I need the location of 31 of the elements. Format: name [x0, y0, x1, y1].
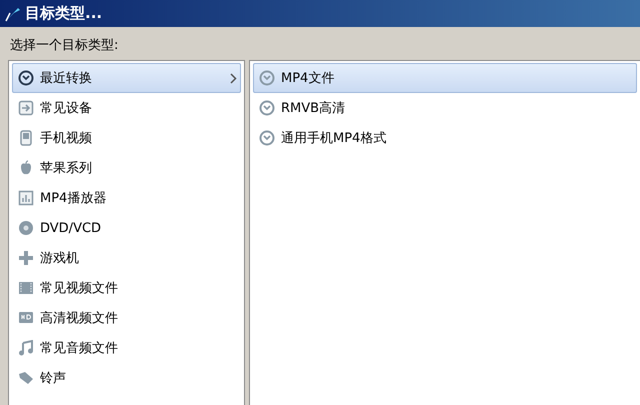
apple-icon: [18, 160, 34, 176]
list-item[interactable]: 最近转换: [12, 63, 241, 93]
prompt-label: 选择一个目标类型:: [9, 37, 120, 55]
list-item[interactable]: RMVB高清: [253, 93, 637, 123]
list-item[interactable]: MP4文件: [253, 63, 637, 93]
list-item[interactable]: 常见视频文件: [12, 273, 241, 303]
list-item[interactable]: 通用手机MP4格式: [253, 123, 637, 153]
clock-icon: [18, 70, 34, 86]
music-note-icon: [18, 340, 34, 356]
list-item[interactable]: MP4播放器: [12, 183, 241, 213]
tag-icon: [18, 370, 34, 386]
phone-icon: [18, 130, 34, 146]
list-item[interactable]: 铃声: [12, 363, 241, 393]
list-item[interactable]: 常见设备: [12, 93, 241, 123]
list-item[interactable]: 常见音频文件: [12, 333, 241, 363]
window-title: 目标类型...: [25, 4, 102, 23]
disc-icon: [18, 220, 34, 236]
clock-icon: [259, 70, 275, 86]
clock-icon: [259, 130, 275, 146]
list-item[interactable]: 高清视频文件: [12, 303, 241, 333]
clock-icon: [259, 100, 275, 116]
arrow-box-icon: [18, 100, 34, 116]
player-icon: [18, 190, 34, 206]
list-item[interactable]: 手机视频: [12, 123, 241, 153]
chevron-icon: [230, 72, 237, 84]
film-icon: [18, 280, 34, 296]
hd-screen-icon: [18, 310, 34, 326]
list-item[interactable]: DVD/VCD: [12, 213, 241, 243]
gamepad-icon: [18, 250, 34, 266]
list-item[interactable]: 苹果系列: [12, 153, 241, 183]
list-item[interactable]: 游戏机: [12, 243, 241, 273]
